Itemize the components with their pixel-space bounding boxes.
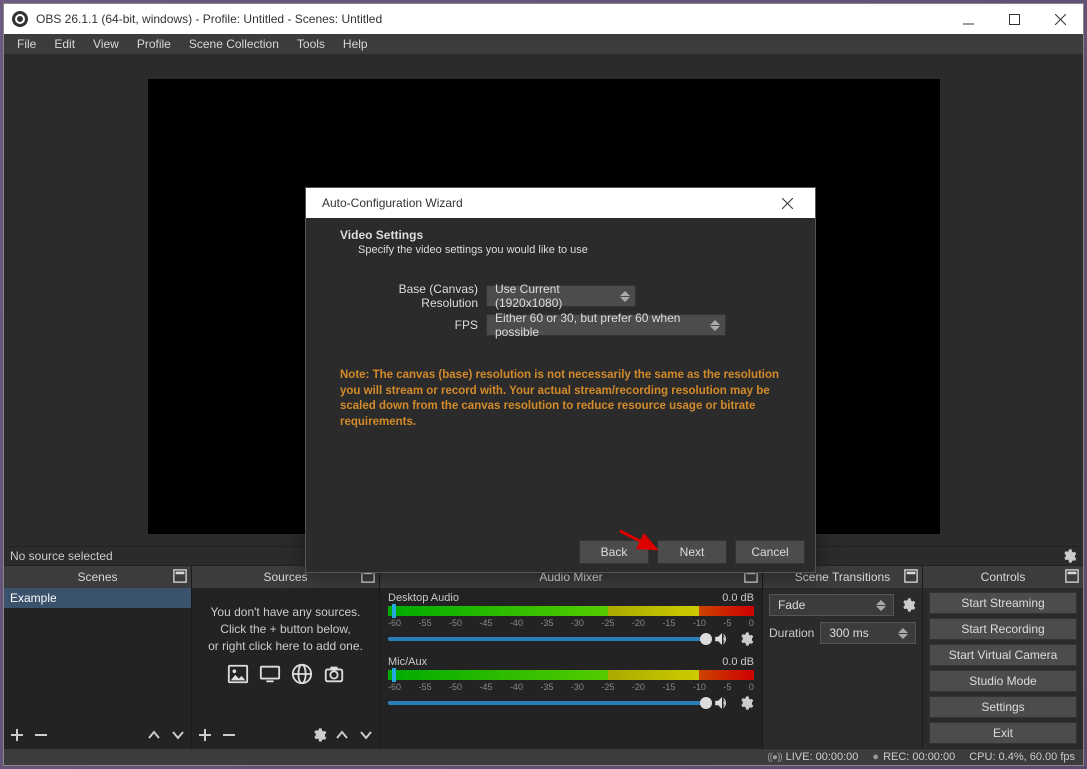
transition-duration-input[interactable]: 300 ms — [820, 622, 916, 644]
scene-remove-button[interactable] — [32, 726, 50, 744]
window-maximize-button[interactable] — [991, 4, 1037, 34]
track-db: 0.0 dB — [722, 656, 754, 668]
next-button[interactable]: Next — [657, 540, 727, 564]
camera-source-icon — [322, 663, 346, 685]
dock-icon[interactable] — [173, 569, 187, 583]
meter-scale: -60-55-50-45-40-35-30-25-20-15-10-50 — [388, 682, 754, 692]
audio-meter — [388, 606, 754, 616]
menu-edit[interactable]: Edit — [45, 34, 84, 54]
menu-help[interactable]: Help — [334, 34, 377, 54]
dock-icon[interactable] — [1065, 569, 1079, 583]
mixer-track: Mic/Aux 0.0 dB -60-55-50-45-40-35-30-25-2… — [380, 652, 762, 716]
mixer-track: Desktop Audio 0.0 dB -60-55-50-45-40-35-3… — [380, 588, 762, 652]
control-button-settings[interactable]: Settings — [929, 696, 1077, 718]
window-minimize-button[interactable] — [945, 4, 991, 34]
window-close-button[interactable] — [1037, 4, 1083, 34]
sources-empty-msg: You don't have any sources. Click the + … — [192, 588, 379, 700]
menu-scene-collection[interactable]: Scene Collection — [180, 34, 288, 54]
status-rec: REC: 00:00:00 — [872, 751, 955, 763]
titlebar: OBS 26.1.1 (64-bit, windows) - Profile: … — [4, 4, 1083, 34]
obs-logo-icon — [12, 11, 28, 27]
transition-type-select[interactable]: Fade — [769, 594, 894, 616]
scene-transitions-panel: Scene Transitions Fade Duration 300 ms — [763, 566, 923, 748]
volume-slider[interactable] — [388, 701, 706, 705]
window-title: OBS 26.1.1 (64-bit, windows) - Profile: … — [36, 12, 382, 26]
speaker-icon[interactable] — [712, 630, 732, 648]
source-add-button[interactable] — [196, 726, 214, 744]
browser-source-icon — [290, 663, 314, 685]
audio-mixer-panel: Audio Mixer Desktop Audio0.0 dB -60-55-5… — [380, 566, 763, 748]
scene-add-button[interactable] — [8, 726, 26, 744]
menu-tools[interactable]: Tools — [288, 34, 334, 54]
fps-select[interactable]: Either 60 or 30, but prefer 60 when poss… — [486, 314, 726, 336]
menubar: File Edit View Profile Scene Collection … — [4, 34, 1083, 54]
track-settings-icon[interactable] — [738, 695, 754, 711]
scenes-panel: Scenes Example — [4, 566, 192, 748]
dock-icon[interactable] — [904, 569, 918, 583]
fps-label: FPS — [340, 318, 478, 332]
control-button-start-virtual-camera[interactable]: Start Virtual Camera — [929, 644, 1077, 666]
track-name: Mic/Aux — [388, 656, 427, 668]
audio-meter — [388, 670, 754, 680]
scene-item[interactable]: Example — [4, 588, 191, 608]
source-remove-button[interactable] — [220, 726, 238, 744]
cancel-button[interactable]: Cancel — [735, 540, 805, 564]
dialog-close-button[interactable] — [767, 188, 807, 218]
controls-header: Controls — [923, 566, 1083, 588]
menu-profile[interactable]: Profile — [128, 34, 180, 54]
image-source-icon — [226, 663, 250, 685]
speaker-icon[interactable] — [712, 694, 732, 712]
track-name: Desktop Audio — [388, 592, 459, 604]
control-button-start-streaming[interactable]: Start Streaming — [929, 592, 1077, 614]
meter-scale: -60-55-50-45-40-35-30-25-20-15-10-50 — [388, 618, 754, 628]
track-settings-icon[interactable] — [738, 631, 754, 647]
sources-panel: Sources You don't have any sources. Clic… — [192, 566, 380, 748]
status-cpu: CPU: 0.4%, 60.00 fps — [969, 751, 1075, 763]
source-properties-icon[interactable] — [1061, 548, 1077, 564]
dialog-heading: Video Settings — [340, 228, 801, 242]
auto-config-wizard-dialog: Auto-Configuration Wizard Video Settings… — [305, 187, 816, 573]
dialog-titlebar: Auto-Configuration Wizard — [306, 188, 815, 218]
display-source-icon — [258, 663, 282, 685]
transition-settings-icon[interactable] — [900, 597, 916, 613]
menu-file[interactable]: File — [8, 34, 45, 54]
dialog-note: Note: The canvas (base) resolution is no… — [340, 368, 801, 430]
controls-panel: Controls Start Streaming Start Recording S… — [923, 566, 1083, 748]
resolution-select[interactable]: Use Current (1920x1080) — [486, 285, 636, 307]
resolution-label: Base (Canvas) Resolution — [340, 282, 478, 310]
statusbar: LIVE: 00:00:00 REC: 00:00:00 CPU: 0.4%, … — [4, 748, 1083, 765]
control-button-exit[interactable]: Exit — [929, 722, 1077, 744]
dialog-title-text: Auto-Configuration Wizard — [322, 196, 463, 210]
control-button-start-recording[interactable]: Start Recording — [929, 618, 1077, 640]
menu-view[interactable]: View — [84, 34, 128, 54]
source-settings-icon[interactable] — [311, 727, 327, 743]
volume-slider[interactable] — [388, 637, 706, 641]
scene-move-up-button[interactable] — [145, 726, 163, 744]
control-button-studio-mode[interactable]: Studio Mode — [929, 670, 1077, 692]
status-live: LIVE: 00:00:00 — [767, 751, 858, 763]
source-move-up-button[interactable] — [333, 726, 351, 744]
duration-label: Duration — [769, 626, 814, 640]
source-toolbar-text: No source selected — [10, 549, 113, 563]
dialog-subheading: Specify the video settings you would lik… — [358, 244, 801, 256]
back-button[interactable]: Back — [579, 540, 649, 564]
track-db: 0.0 dB — [722, 592, 754, 604]
source-move-down-button[interactable] — [357, 726, 375, 744]
scenes-header: Scenes — [4, 566, 191, 588]
scene-move-down-button[interactable] — [169, 726, 187, 744]
